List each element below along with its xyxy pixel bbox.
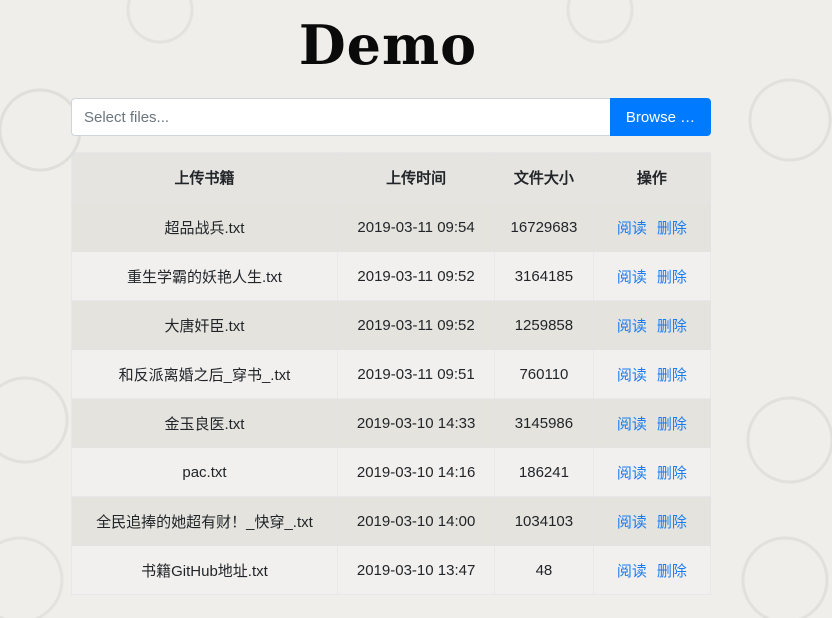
actions-cell: 阅读 删除 — [592, 447, 712, 497]
browse-button[interactable]: Browse … — [610, 98, 711, 136]
file-size: 48 — [494, 545, 594, 595]
table-row: 金玉良医.txt 2019-03-10 14:33 3145986 阅读 删除 — [71, 398, 712, 448]
upload-time: 2019-03-11 09:52 — [336, 251, 496, 301]
file-size: 760110 — [494, 349, 594, 399]
read-link[interactable]: 阅读 — [617, 563, 647, 580]
table-row: 全民追捧的她超有财！_快穿_.txt 2019-03-10 14:00 1034… — [71, 496, 712, 546]
delete-link[interactable]: 删除 — [657, 318, 687, 335]
file-picker: Browse … — [71, 98, 711, 136]
page-title: Demo — [298, 13, 478, 77]
file-size: 16729683 — [494, 202, 594, 252]
file-size: 1034103 — [494, 496, 594, 546]
read-link[interactable]: 阅读 — [617, 514, 647, 531]
book-name: 金玉良医.txt — [71, 398, 338, 448]
upload-time: 2019-03-10 14:33 — [336, 398, 496, 448]
column-header-book: 上传书籍 — [71, 152, 338, 203]
delete-link[interactable]: 删除 — [657, 367, 687, 384]
upload-time: 2019-03-10 13:47 — [336, 545, 496, 595]
table-row: 大唐奸臣.txt 2019-03-11 09:52 1259858 阅读 删除 — [71, 300, 712, 350]
delete-link[interactable]: 删除 — [657, 514, 687, 531]
upload-time: 2019-03-11 09:52 — [336, 300, 496, 350]
book-name: 书籍GitHub地址.txt — [71, 545, 338, 595]
actions-cell: 阅读 删除 — [592, 202, 712, 252]
table-row: 和反派离婚之后_穿书_.txt 2019-03-11 09:51 760110 … — [71, 349, 712, 399]
table-header-row: 上传书籍 上传时间 文件大小 操作 — [71, 152, 712, 203]
read-link[interactable]: 阅读 — [617, 416, 647, 433]
delete-link[interactable]: 删除 — [657, 269, 687, 286]
column-header-actions: 操作 — [592, 152, 712, 203]
delete-link[interactable]: 删除 — [657, 563, 687, 580]
file-size: 3145986 — [494, 398, 594, 448]
book-name: 全民追捧的她超有财！_快穿_.txt — [71, 496, 338, 546]
table-row: pac.txt 2019-03-10 14:16 186241 阅读 删除 — [71, 447, 712, 497]
delete-link[interactable]: 删除 — [657, 416, 687, 433]
book-name: 大唐奸臣.txt — [71, 300, 338, 350]
read-link[interactable]: 阅读 — [617, 220, 647, 237]
upload-time: 2019-03-10 14:16 — [336, 447, 496, 497]
column-header-upload-time: 上传时间 — [336, 152, 496, 203]
book-name: 超品战兵.txt — [71, 202, 338, 252]
read-link[interactable]: 阅读 — [617, 465, 647, 482]
book-name: 重生学霸的妖艳人生.txt — [71, 251, 338, 301]
book-name: pac.txt — [71, 447, 338, 497]
file-size: 1259858 — [494, 300, 594, 350]
table-row: 超品战兵.txt 2019-03-11 09:54 16729683 阅读 删除 — [71, 202, 712, 252]
file-select-input[interactable] — [71, 98, 610, 136]
actions-cell: 阅读 删除 — [592, 349, 712, 399]
actions-cell: 阅读 删除 — [592, 398, 712, 448]
actions-cell: 阅读 删除 — [592, 251, 712, 301]
delete-link[interactable]: 删除 — [657, 220, 687, 237]
file-size: 186241 — [494, 447, 594, 497]
file-size: 3164185 — [494, 251, 594, 301]
table-row: 重生学霸的妖艳人生.txt 2019-03-11 09:52 3164185 阅… — [71, 251, 712, 301]
upload-time: 2019-03-10 14:00 — [336, 496, 496, 546]
read-link[interactable]: 阅读 — [617, 318, 647, 335]
actions-cell: 阅读 删除 — [592, 545, 712, 595]
actions-cell: 阅读 删除 — [592, 496, 712, 546]
column-header-file-size: 文件大小 — [494, 152, 594, 203]
table-row: 书籍GitHub地址.txt 2019-03-10 13:47 48 阅读 删除 — [71, 545, 712, 595]
actions-cell: 阅读 删除 — [592, 300, 712, 350]
read-link[interactable]: 阅读 — [617, 367, 647, 384]
book-name: 和反派离婚之后_穿书_.txt — [71, 349, 338, 399]
delete-link[interactable]: 删除 — [657, 465, 687, 482]
upload-time: 2019-03-11 09:54 — [336, 202, 496, 252]
read-link[interactable]: 阅读 — [617, 269, 647, 286]
books-table: 上传书籍 上传时间 文件大小 操作 超品战兵.txt 2019-03-11 09… — [71, 152, 712, 595]
upload-time: 2019-03-11 09:51 — [336, 349, 496, 399]
